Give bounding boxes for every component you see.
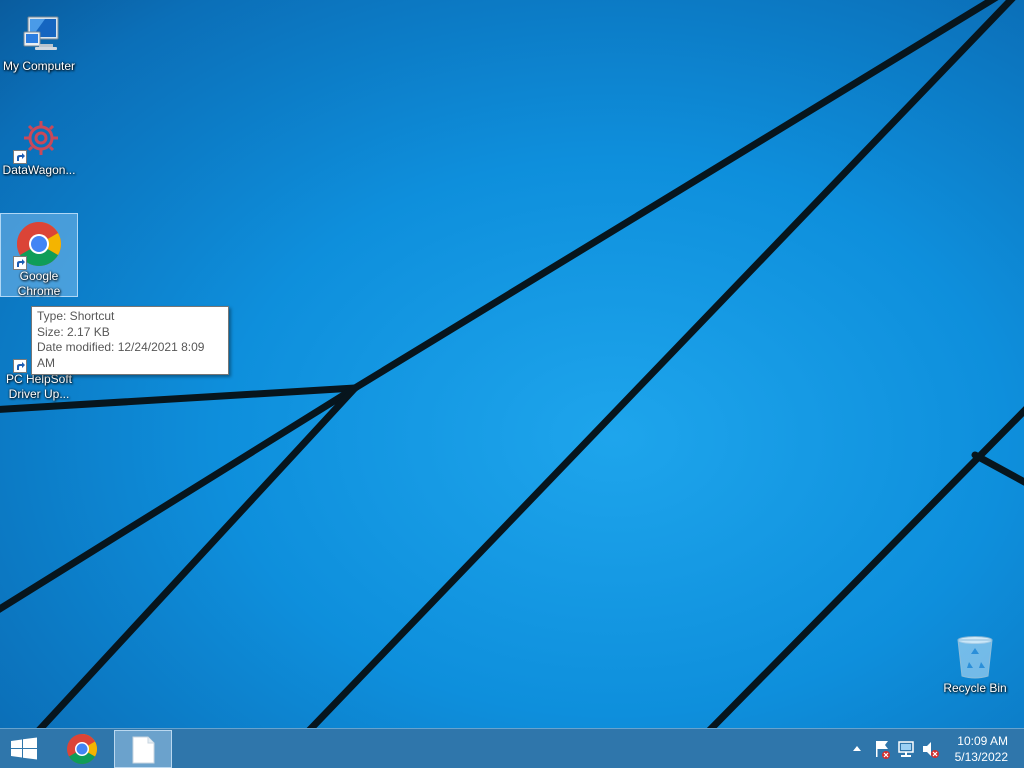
datawagon-label: DataWagon... [2, 163, 76, 177]
action-center-tray-icon[interactable] [872, 729, 892, 769]
chrome-icon [13, 220, 63, 270]
gear-cluster-icon [13, 114, 63, 164]
clock-time: 10:09 AM [957, 734, 1008, 748]
tooltip-date-modified: Date modified: 12/24/2021 8:09 AM [37, 340, 205, 370]
google-chrome-shortcut-icon[interactable]: Google Chrome [0, 213, 78, 298]
my-computer-label: My Computer [2, 59, 76, 73]
shortcut-tooltip: Type: Shortcut Size: 2.17 KB Date modifi… [31, 306, 229, 375]
chrome-icon [67, 734, 98, 765]
google-chrome-label: Google Chrome [17, 269, 61, 298]
shortcut-arrow-icon [13, 256, 27, 270]
chevron-up-icon [853, 746, 861, 751]
tooltip-type: Type: Shortcut [37, 309, 115, 323]
tooltip-size: Size: 2.17 KB [37, 324, 110, 339]
network-tray-icon[interactable] [896, 729, 916, 769]
taskbar-clock[interactable]: 10:09 AM 5/13/2022 [936, 733, 1008, 765]
document-icon [132, 736, 155, 764]
computer-icon [15, 10, 63, 58]
recycle-bin-icon[interactable]: Recycle Bin [936, 626, 1014, 696]
windows-logo-icon [11, 737, 37, 760]
taskbar-document-button[interactable] [114, 730, 172, 768]
flag-alert-icon [876, 741, 890, 759]
shortcut-arrow-icon [13, 359, 27, 373]
tray-overflow-button[interactable] [850, 729, 864, 769]
taskbar: 10:09 AM 5/13/2022 [0, 728, 1024, 768]
shortcut-arrow-icon [13, 150, 27, 164]
start-button[interactable] [0, 730, 48, 768]
taskbar-chrome-button[interactable] [58, 730, 106, 768]
pc-helpsoft-label: PC HelpSoft Driver Up... [5, 372, 73, 401]
clock-date: 5/13/2022 [954, 750, 1008, 764]
recycle-bin-graphic [951, 632, 999, 680]
network-icon [898, 741, 914, 757]
desktop[interactable]: My Computer DataWagon... Google Chrome P… [0, 0, 1024, 728]
recycle-bin-label: Recycle Bin [943, 681, 1007, 695]
datawagon-shortcut-icon[interactable]: DataWagon... [0, 108, 78, 178]
my-computer-icon[interactable]: My Computer [0, 4, 78, 74]
